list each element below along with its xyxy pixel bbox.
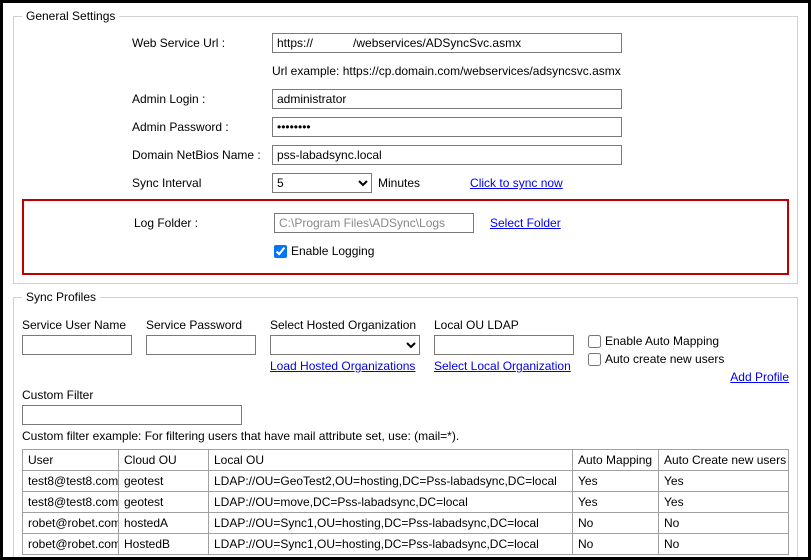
sync-profiles-group: Sync Profiles Service User Name Service …: [13, 290, 798, 560]
enable-auto-mapping-label: Enable Auto Mapping: [605, 334, 719, 348]
cell-local-ou: LDAP://OU=move,DC=Pss-labadsync,DC=local: [209, 492, 573, 513]
service-user-label: Service User Name: [22, 318, 132, 332]
cell-auto-mapping: Yes: [573, 492, 659, 513]
custom-filter-example: Custom filter example: For filtering use…: [22, 429, 789, 443]
auto-create-users-label: Auto create new users: [605, 352, 724, 366]
web-service-url-label: Web Service Url :: [132, 36, 272, 50]
general-settings-group: General Settings Web Service Url : Url e…: [13, 9, 798, 284]
select-hosted-org-label: Select Hosted Organization: [270, 318, 420, 332]
table-row[interactable]: test8@test8.comgeotestLDAP://OU=GeoTest2…: [23, 471, 789, 492]
custom-filter-input[interactable]: [22, 405, 242, 425]
col-local-ou[interactable]: Local OU: [209, 450, 573, 471]
service-user-input[interactable]: [22, 335, 132, 355]
col-user[interactable]: User: [23, 450, 119, 471]
auto-create-users-checkbox[interactable]: [588, 353, 601, 366]
log-folder-input[interactable]: [274, 213, 474, 233]
enable-logging-checkbox[interactable]: [274, 245, 287, 258]
cell-local-ou: LDAP://OU=Sync1,OU=hosting,DC=Pss-labads…: [209, 534, 573, 555]
url-example-text: Url example: https://cp.domain.com/webse…: [272, 64, 621, 78]
cell-cloud-ou: geotest: [119, 492, 209, 513]
admin-login-label: Admin Login :: [132, 92, 272, 106]
minutes-label: Minutes: [378, 176, 420, 190]
service-password-input[interactable]: [146, 335, 256, 355]
cell-local-ou: LDAP://OU=Sync1,OU=hosting,DC=Pss-labads…: [209, 513, 573, 534]
admin-login-input[interactable]: [272, 89, 622, 109]
service-password-label: Service Password: [146, 318, 256, 332]
enable-logging-label: Enable Logging: [291, 244, 374, 258]
select-folder-link[interactable]: Select Folder: [490, 216, 561, 230]
cell-user: robet@robet.com: [23, 513, 119, 534]
cell-cloud-ou: geotest: [119, 471, 209, 492]
cell-auto-mapping: No: [573, 513, 659, 534]
admin-password-input[interactable]: [272, 117, 622, 137]
local-ou-ldap-label: Local OU LDAP: [434, 318, 574, 332]
domain-netbios-input[interactable]: [272, 145, 622, 165]
general-settings-legend: General Settings: [22, 9, 119, 23]
table-row[interactable]: robet@robet.comhostedALDAP://OU=Sync1,OU…: [23, 513, 789, 534]
sync-now-link[interactable]: Click to sync now: [470, 176, 563, 190]
cell-local-ou: LDAP://OU=GeoTest2,OU=hosting,DC=Pss-lab…: [209, 471, 573, 492]
sync-interval-label: Sync Interval: [132, 176, 272, 190]
col-auto-create[interactable]: Auto Create new users: [659, 450, 789, 471]
enable-auto-mapping-checkbox[interactable]: [588, 335, 601, 348]
log-folder-highlight: Log Folder : Select Folder Enable Loggin…: [22, 199, 789, 275]
cell-cloud-ou: hostedA: [119, 513, 209, 534]
select-local-org-link[interactable]: Select Local Organization: [434, 359, 574, 373]
admin-password-label: Admin Password :: [132, 120, 272, 134]
web-service-url-input[interactable]: [272, 33, 622, 53]
cell-auto-create: No: [659, 513, 789, 534]
cell-auto-create: Yes: [659, 492, 789, 513]
cell-user: robet@robet.com: [23, 534, 119, 555]
load-hosted-orgs-link[interactable]: Load Hosted Organizations: [270, 359, 420, 373]
cell-auto-create: Yes: [659, 471, 789, 492]
table-row[interactable]: robet@robet.comHostedBLDAP://OU=Sync1,OU…: [23, 534, 789, 555]
col-auto-mapping[interactable]: Auto Mapping: [573, 450, 659, 471]
add-profile-link[interactable]: Add Profile: [730, 370, 789, 384]
custom-filter-label: Custom Filter: [22, 388, 242, 402]
cell-user: test8@test8.com: [23, 471, 119, 492]
domain-netbios-label: Domain NetBios Name :: [132, 148, 272, 162]
table-row[interactable]: test8@test8.comgeotestLDAP://OU=move,DC=…: [23, 492, 789, 513]
hosted-org-select[interactable]: [270, 335, 420, 355]
cell-auto-mapping: Yes: [573, 471, 659, 492]
local-ou-ldap-input[interactable]: [434, 335, 574, 355]
sync-profiles-legend: Sync Profiles: [22, 290, 100, 304]
sync-interval-select[interactable]: 5: [272, 173, 372, 193]
profiles-table: User Cloud OU Local OU Auto Mapping Auto…: [22, 449, 789, 555]
cell-auto-mapping: No: [573, 534, 659, 555]
col-cloud-ou[interactable]: Cloud OU: [119, 450, 209, 471]
log-folder-label: Log Folder :: [134, 216, 274, 230]
cell-auto-create: No: [659, 534, 789, 555]
cell-cloud-ou: HostedB: [119, 534, 209, 555]
cell-user: test8@test8.com: [23, 492, 119, 513]
